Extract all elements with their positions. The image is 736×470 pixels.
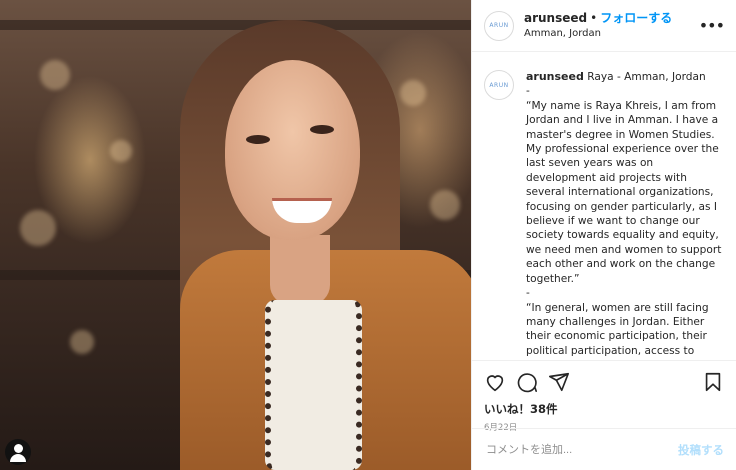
avatar-text: ARUN: [489, 81, 509, 89]
caption-text: arunseed Raya - Amman, Jordan - “My name…: [526, 70, 724, 360]
avatar[interactable]: ARUN: [484, 10, 514, 41]
caption-area: ARUN arunseed Raya - Amman, Jordan - “My…: [472, 52, 736, 360]
eye-shape: [310, 125, 334, 134]
bokeh-light: [40, 60, 70, 90]
avatar[interactable]: ARUN: [484, 70, 514, 100]
caption-username[interactable]: arunseed: [526, 70, 584, 83]
action-icons: [484, 369, 724, 395]
post-side-panel: ARUN arunseed • フォローする Amman, Jordan ••• A…: [471, 0, 736, 470]
location-link[interactable]: Amman, Jordan: [524, 26, 672, 41]
user-tag-icon[interactable]: [5, 439, 31, 465]
share-icon[interactable]: [548, 371, 570, 393]
post-comment-button[interactable]: 投稿する: [678, 442, 724, 458]
caption-paragraph: “In general, women are still facing many…: [526, 301, 709, 361]
heart-icon[interactable]: [484, 371, 506, 393]
post-photo[interactable]: [0, 0, 471, 470]
separator-dot: •: [590, 10, 598, 25]
eye-shape: [246, 135, 270, 144]
caption-dash: -: [526, 287, 530, 300]
bookmark-icon[interactable]: [702, 371, 724, 393]
comment-input[interactable]: [484, 442, 678, 457]
username-link[interactable]: arunseed: [524, 11, 587, 25]
header-info: arunseed • フォローする Amman, Jordan: [524, 11, 672, 41]
post-header: ARUN arunseed • フォローする Amman, Jordan •••: [472, 0, 736, 52]
bokeh-light: [430, 190, 460, 220]
more-icon[interactable]: •••: [699, 16, 725, 35]
avatar-text: ARUN: [489, 22, 509, 29]
shelf-decoration: [0, 20, 471, 30]
follow-button[interactable]: フォローする: [600, 11, 672, 25]
bokeh-light: [20, 210, 56, 246]
post-viewer: ARUN arunseed • フォローする Amman, Jordan ••• A…: [0, 0, 736, 470]
comment-bar: 投稿する: [472, 428, 736, 470]
scarf-shape: [265, 300, 362, 470]
comment-icon[interactable]: [516, 371, 538, 393]
caption-title: Raya - Amman, Jordan: [587, 71, 706, 83]
bokeh-light: [400, 80, 426, 106]
bokeh-light: [70, 330, 94, 354]
neck-shape: [270, 235, 330, 305]
caption-paragraph: “My name is Raya Khreis, I am from Jorda…: [526, 99, 722, 285]
bokeh-light: [110, 140, 132, 162]
likes-count[interactable]: いいね！38件: [484, 401, 724, 417]
caption-dash: -: [526, 85, 530, 98]
